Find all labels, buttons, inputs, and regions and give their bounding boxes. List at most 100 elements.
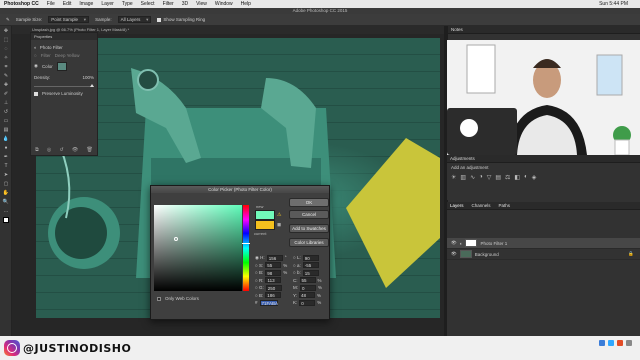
tab-layers[interactable]: Layers	[450, 202, 464, 209]
menu-view[interactable]: View	[196, 1, 207, 7]
density-value[interactable]: 100	[82, 75, 90, 80]
exposure-icon[interactable]: ◑	[479, 174, 483, 181]
curves-icon[interactable]: ∿	[470, 174, 475, 181]
zoom-tool-icon[interactable]: 🔍	[0, 197, 12, 206]
notes-tab[interactable]: Notes	[448, 26, 640, 34]
path-select-tool-icon[interactable]: ➤	[0, 170, 12, 179]
saturation-brightness-field[interactable]	[154, 205, 242, 291]
lasso-tool-icon[interactable]: ◌	[0, 44, 12, 53]
field-s: ○ S: 55%	[255, 262, 288, 269]
edit-toolbar-icon[interactable]: …	[0, 206, 12, 215]
delete-icon[interactable]: 🗑	[87, 147, 93, 153]
sampling-ring-checkbox[interactable]: Show Sampling Ring	[157, 17, 205, 22]
reset-icon[interactable]: ↺	[60, 147, 64, 153]
menu-file[interactable]: File	[47, 1, 55, 7]
instagram-handle: @JUSTINODISHO	[23, 341, 132, 355]
menu-filter[interactable]: Filter	[163, 1, 174, 7]
view-previous-icon[interactable]: ◎	[47, 147, 51, 153]
black-white-icon[interactable]: ◧	[514, 174, 520, 181]
hand-tool-icon[interactable]: ✋	[0, 188, 12, 197]
menu-image[interactable]: Image	[79, 1, 93, 7]
dodge-tool-icon[interactable]: ●	[0, 143, 12, 152]
hue-saturation-icon[interactable]: ▤	[495, 174, 501, 181]
photo-filter-adj-icon[interactable]: ◐	[524, 174, 528, 181]
gradient-tool-icon[interactable]: ▤	[0, 125, 12, 134]
menu-type[interactable]: Type	[122, 1, 133, 7]
dock-app-icon[interactable]	[617, 340, 623, 346]
pen-tool-icon[interactable]: ✒	[0, 152, 12, 161]
healing-tool-icon[interactable]: ✚	[0, 80, 12, 89]
blur-tool-icon[interactable]: 💧	[0, 134, 12, 143]
levels-icon[interactable]: ▥	[460, 174, 466, 181]
menu-photoshop[interactable]: Photoshop CC	[4, 1, 39, 7]
color-picker-dialog: Color Picker (Photo Filter Color) new cu…	[150, 185, 330, 320]
menu-3d[interactable]: 3D	[182, 1, 188, 7]
eraser-tool-icon[interactable]: ▭	[0, 116, 12, 125]
color-radio[interactable]: ◉	[34, 63, 38, 69]
quick-select-tool-icon[interactable]: ✧	[0, 53, 12, 62]
current-color-swatch[interactable]	[255, 220, 275, 230]
field-r: ○ R: 113	[255, 277, 287, 285]
only-web-colors-label: Only Web Colors	[165, 296, 199, 301]
field-c: C: 55%	[293, 277, 322, 284]
menu-select[interactable]: Select	[141, 1, 155, 7]
foreground-background-color-icon[interactable]	[0, 215, 12, 224]
layer-mask-thumbnail[interactable]	[465, 239, 478, 247]
marquee-tool-icon[interactable]: ⬚	[0, 35, 12, 44]
vibrance-icon[interactable]: ▽	[487, 174, 492, 181]
only-web-colors[interactable]: Only Web Colors	[157, 296, 199, 301]
properties-header[interactable]: Properties	[31, 33, 97, 40]
tab-channels[interactable]: Channels	[472, 202, 491, 209]
brush-tool-icon[interactable]: ✐	[0, 89, 12, 98]
sample-dropdown[interactable]: All Layers	[117, 16, 152, 23]
dock-trash-icon[interactable]	[626, 340, 632, 346]
field-hex: #71FABA	[255, 299, 279, 306]
menu-edit[interactable]: Edit	[63, 1, 72, 7]
visibility-eye-icon[interactable]: 👁	[451, 251, 457, 257]
type-tool-icon[interactable]: T	[0, 161, 12, 170]
filter-radio[interactable]: ○	[34, 53, 37, 58]
properties-title: Photo Filter	[39, 44, 63, 50]
move-tool-icon[interactable]: ✥	[0, 26, 12, 35]
web-safe-cube-icon[interactable]: ◼	[277, 222, 281, 228]
gamut-warning-icon[interactable]: ⚠	[277, 212, 281, 218]
clip-to-layer-icon[interactable]: ⧉	[35, 147, 39, 153]
filter-dropdown[interactable]: Deep Yellow	[55, 53, 80, 58]
menu-window[interactable]: Window	[215, 1, 233, 7]
dock-photoshop-icon[interactable]	[608, 340, 614, 346]
layer-name[interactable]: Background	[475, 252, 499, 257]
mac-menubar: Photoshop CC File Edit Image Layer Type …	[0, 0, 640, 8]
shape-tool-icon[interactable]: ▢	[0, 179, 12, 188]
color-libraries-button[interactable]: Color Libraries	[289, 238, 329, 247]
only-web-colors-checkbox[interactable]	[157, 296, 161, 301]
channel-mixer-icon[interactable]: ◈	[532, 174, 537, 181]
ok-button[interactable]: OK	[289, 198, 329, 207]
adjustments-tab[interactable]: Adjustments	[447, 155, 640, 163]
stamp-tool-icon[interactable]: ⊥	[0, 98, 12, 107]
history-brush-tool-icon[interactable]: ↺	[0, 107, 12, 116]
density-slider[interactable]	[34, 83, 94, 87]
color-balance-icon[interactable]: ⚖	[505, 174, 510, 181]
filter-color-swatch[interactable]	[56, 61, 67, 71]
hue-slider[interactable]	[242, 205, 250, 291]
layer-name[interactable]: Photo Filter 1	[480, 241, 507, 246]
eyedropper-icon[interactable]: ✎	[6, 17, 10, 23]
visibility-icon[interactable]: 👁	[72, 147, 78, 153]
eyedropper-tool-icon[interactable]: ✎	[0, 71, 12, 80]
new-color-swatch	[255, 210, 275, 220]
layer-row-photo-filter[interactable]: 👁 ◐ Photo Filter 1	[447, 238, 640, 249]
field-h: ◉ H: 156 °	[255, 254, 287, 261]
crop-tool-icon[interactable]: ⌗	[0, 62, 12, 71]
dock-finder-icon[interactable]	[599, 340, 605, 346]
tab-paths[interactable]: Paths	[499, 202, 511, 209]
layer-row-background[interactable]: 👁 Background 🔒	[447, 249, 640, 260]
add-to-swatches-button[interactable]: Add to Swatches	[289, 224, 329, 233]
preserve-luminosity-checkbox[interactable]	[34, 91, 38, 96]
visibility-eye-icon[interactable]: 👁	[451, 240, 457, 246]
plant-leaves	[55, 207, 107, 259]
brightness-icon[interactable]: ☀	[451, 174, 456, 181]
sample-size-dropdown[interactable]: Point Sample	[48, 16, 90, 23]
menu-layer[interactable]: Layer	[101, 1, 114, 7]
menu-help[interactable]: Help	[241, 1, 251, 7]
cancel-button[interactable]: Cancel	[289, 210, 329, 219]
